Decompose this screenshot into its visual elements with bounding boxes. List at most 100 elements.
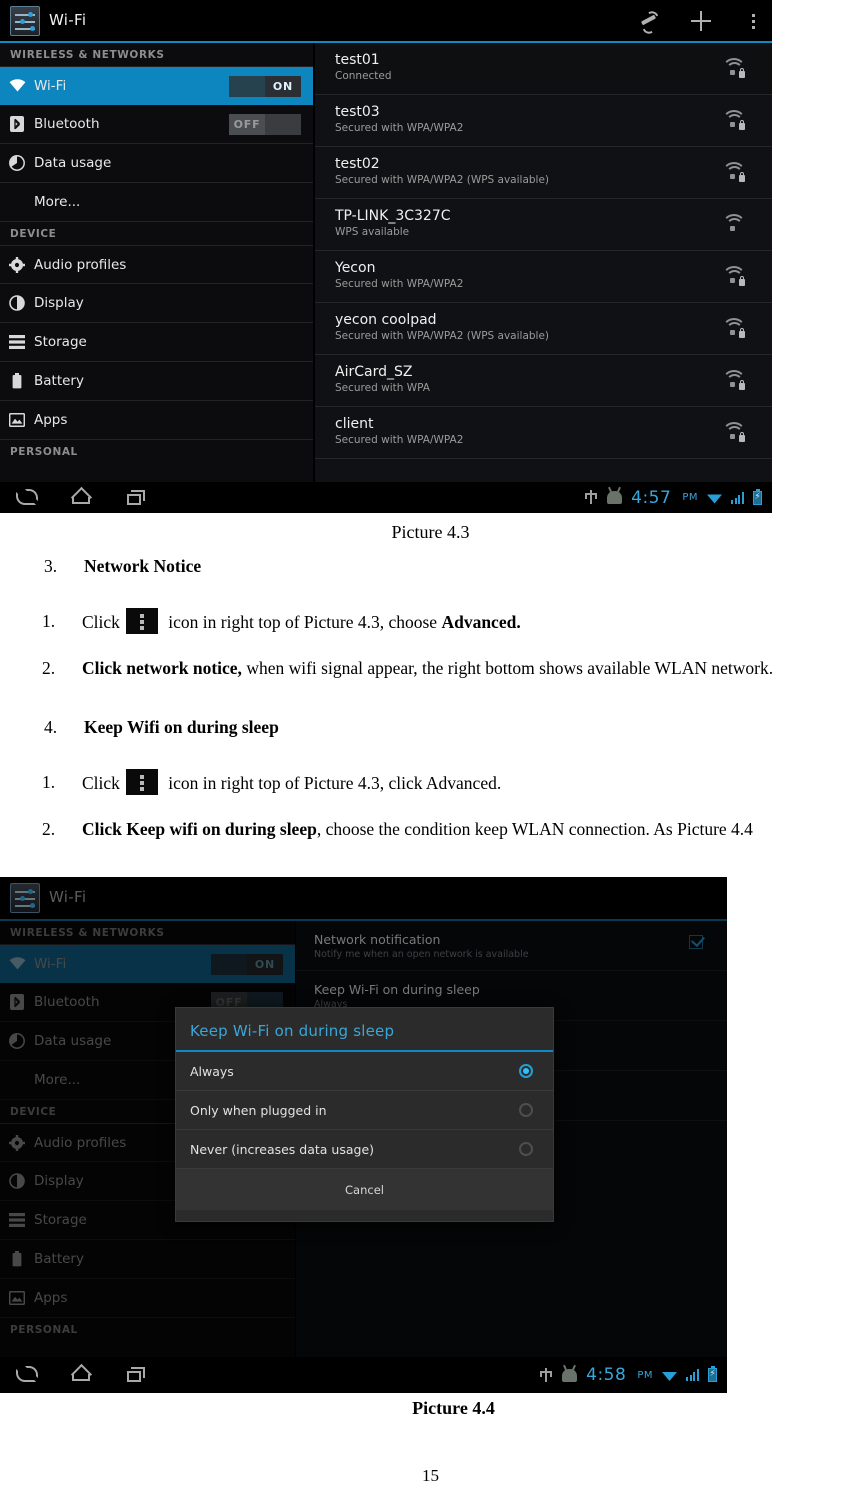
page-number: 15 xyxy=(422,1466,439,1485)
sidebar-item-apps[interactable]: Apps xyxy=(0,401,313,440)
sidebar-item-storage[interactable]: Storage xyxy=(0,323,313,362)
network-ssid: AirCard_SZ xyxy=(335,364,413,380)
advanced-row-title: Network notification xyxy=(314,932,441,947)
settings-sidebar: WIRELESS & NETWORKS Wi-Fi ON Bluetooth O… xyxy=(0,43,313,482)
network-notification-checkbox[interactable] xyxy=(689,935,703,949)
dialog-option-never[interactable]: Never (increases data usage) xyxy=(176,1130,553,1169)
section-4-heading: 4. Keep Wifi on during sleep xyxy=(44,714,844,740)
clock: 4:57 xyxy=(631,487,672,508)
network-row[interactable]: TP-LINK_3C327C WPS available xyxy=(315,199,772,251)
dialog-title: Keep Wi-Fi on during sleep xyxy=(176,1008,553,1052)
sidebar-item-wifi[interactable]: Wi-Fi ON xyxy=(0,944,295,983)
wifi-network-list: test01 Connected test03 Secured with WPA… xyxy=(315,43,772,482)
dialog-option-only-when-plugged-in[interactable]: Only when plugged in xyxy=(176,1091,553,1130)
step-text-lead: Click xyxy=(82,658,127,678)
sidebar-item-battery[interactable]: Battery xyxy=(0,362,313,401)
sidebar-item-display[interactable]: Display xyxy=(0,284,313,323)
radio-button[interactable] xyxy=(519,1103,533,1117)
audio-profiles-icon xyxy=(0,256,34,273)
toggle-knob xyxy=(229,76,265,97)
overflow-menu-icon[interactable] xyxy=(742,10,764,32)
sidebar-section-personal: PERSONAL xyxy=(10,446,78,458)
network-status: Connected xyxy=(335,70,392,82)
dialog-option-label: Always xyxy=(190,1063,234,1079)
home-icon[interactable] xyxy=(70,1365,94,1385)
sidebar-item-battery[interactable]: Battery xyxy=(0,1240,295,1279)
section-number: 4. xyxy=(44,717,58,737)
network-status: WPS available xyxy=(335,226,410,238)
bluetooth-toggle[interactable]: OFF xyxy=(229,114,301,135)
system-navigation-bar: 4:57 PM xyxy=(0,482,772,513)
sidebar-item-label: Bluetooth xyxy=(34,116,100,132)
scan-icon[interactable] xyxy=(638,10,660,32)
wifi-signal-icon xyxy=(722,370,746,390)
step-text-post: icon in right top of Picture 4.3, click … xyxy=(163,773,502,793)
dialog-cancel-button[interactable]: Cancel xyxy=(176,1169,553,1210)
sidebar-item-bluetooth[interactable]: Bluetooth OFF xyxy=(0,105,313,144)
battery-status-icon xyxy=(753,488,762,505)
section-3-heading: 3. Network Notice xyxy=(44,553,844,579)
sidebar-item-label: More... xyxy=(34,1072,81,1088)
sidebar-item-data-usage[interactable]: Data usage xyxy=(0,144,313,183)
nav-buttons xyxy=(14,482,150,513)
step-text-rest: , choose the condition keep WLAN connect… xyxy=(316,819,753,839)
wifi-icon xyxy=(0,957,34,970)
apps-icon xyxy=(0,413,34,427)
clock-ampm: PM xyxy=(637,1369,653,1381)
wifi-signal-icon xyxy=(722,58,746,78)
back-icon[interactable] xyxy=(14,1365,38,1385)
sidebar-item-apps[interactable]: Apps xyxy=(0,1279,295,1318)
android-icon xyxy=(562,1368,578,1382)
advanced-row-network-notification[interactable]: Network notification Notify me when an o… xyxy=(296,921,727,971)
overflow-menu-icon xyxy=(125,769,158,795)
wifi-signal-icon xyxy=(722,110,746,130)
system-navigation-bar: 4:58 PM xyxy=(0,1357,727,1393)
dialog-option-always[interactable]: Always xyxy=(176,1052,553,1091)
step-text: Click network notice, when wifi signal a… xyxy=(42,655,842,681)
step-text-lead: Click xyxy=(82,819,127,839)
network-row[interactable]: client Secured with WPA/WPA2 xyxy=(315,407,772,459)
network-ssid: test01 xyxy=(335,52,380,68)
wifi-toggle[interactable]: ON xyxy=(211,954,283,975)
apps-icon xyxy=(0,1291,34,1305)
section-4-step-2: 2. Click Keep wifi on during sleep, choo… xyxy=(42,816,842,842)
wifi-status-icon xyxy=(707,492,722,504)
wifi-toggle[interactable]: ON xyxy=(229,76,301,97)
network-row[interactable]: Yecon Secured with WPA/WPA2 xyxy=(315,251,772,303)
caption-picture-4-3: Picture 4.3 xyxy=(391,522,470,542)
action-bar-title: Wi-Fi xyxy=(49,888,87,906)
radio-button[interactable] xyxy=(519,1142,533,1156)
step-text: Click icon in right top of Picture 4.3, … xyxy=(42,608,842,635)
toggle-knob xyxy=(211,954,247,975)
advanced-row-subtitle: Notify me when an open network is availa… xyxy=(314,949,529,960)
section-number: 3. xyxy=(44,556,58,576)
sidebar-item-label: More... xyxy=(34,194,81,210)
overflow-menu-icon xyxy=(125,608,158,634)
step-text-pre: Click xyxy=(82,612,120,632)
network-row[interactable]: AirCard_SZ Secured with WPA xyxy=(315,355,772,407)
network-ssid: test03 xyxy=(335,104,380,120)
network-row[interactable]: test01 Connected xyxy=(315,43,772,95)
recents-icon[interactable] xyxy=(126,1365,150,1385)
back-icon[interactable] xyxy=(14,488,38,508)
add-icon[interactable] xyxy=(690,10,712,32)
sidebar-section-wireless: WIRELESS & NETWORKS xyxy=(10,49,165,61)
recents-icon[interactable] xyxy=(126,488,150,508)
data-usage-icon xyxy=(0,1033,34,1049)
sidebar-item-wifi[interactable]: Wi-Fi ON xyxy=(0,66,313,105)
network-row[interactable]: yecon coolpad Secured with WPA/WPA2 (WPS… xyxy=(315,303,772,355)
network-ssid: TP-LINK_3C327C xyxy=(335,208,451,224)
sidebar-item-audio-profiles[interactable]: Audio profiles xyxy=(0,245,313,284)
sidebar-item-label: Data usage xyxy=(34,155,112,171)
home-icon[interactable] xyxy=(70,488,94,508)
network-row[interactable]: test02 Secured with WPA/WPA2 (WPS availa… xyxy=(315,147,772,199)
network-row[interactable]: test03 Secured with WPA/WPA2 xyxy=(315,95,772,147)
action-bar-title: Wi-Fi xyxy=(49,11,87,29)
step-text-bold: network notice, xyxy=(126,658,242,678)
section-3-step-1: 1. Click icon in right top of Picture 4.… xyxy=(42,608,842,635)
sidebar-item-more[interactable]: More... xyxy=(0,183,313,222)
settings-sliders-icon xyxy=(10,6,40,36)
radio-button-selected[interactable] xyxy=(519,1064,533,1078)
data-usage-icon xyxy=(0,155,34,171)
usb-icon xyxy=(539,1367,553,1383)
